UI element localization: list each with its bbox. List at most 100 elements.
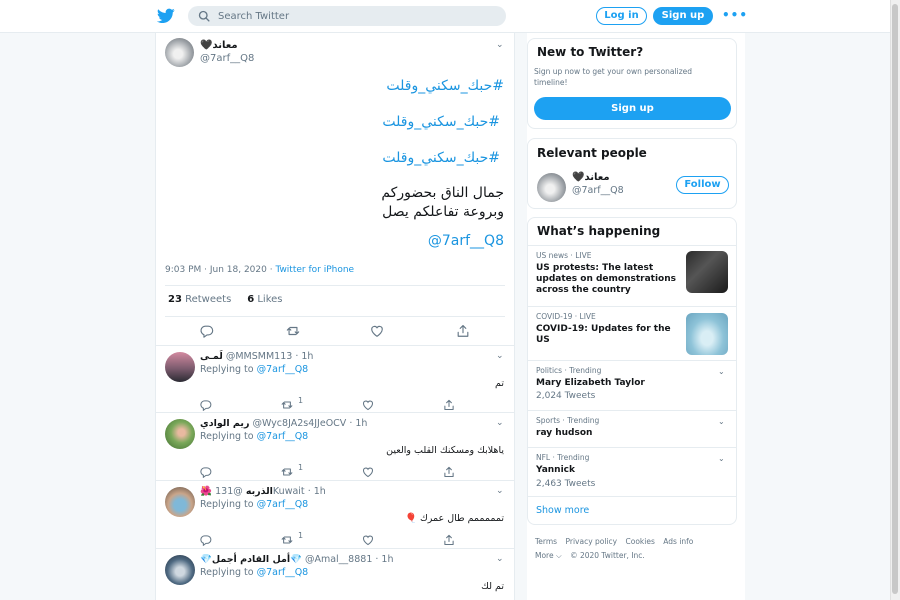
share-icon[interactable]: [443, 463, 455, 478]
hashtag-link[interactable]: #حبك_سكني_وقلت: [204, 77, 504, 95]
replying-to-label: Replying to: [200, 499, 254, 510]
replying-to-link[interactable]: @7arf__Q8: [257, 364, 309, 375]
share-icon[interactable]: [443, 531, 455, 546]
mention-link[interactable]: @7arf__Q8: [204, 232, 504, 250]
trend-title: US protests: The latest updates on demon…: [536, 263, 677, 295]
replying-to-link[interactable]: @7arf__Q8: [257, 567, 309, 578]
avatar[interactable]: [537, 173, 566, 202]
reply-tweet[interactable]: 💎أمل القادم أجمل💎 @Amal__8881 · 1h ⌄ Rep…: [156, 548, 514, 600]
tweet-author-handle[interactable]: @7arf__Q8: [200, 53, 254, 64]
replying-to: Replying to @7arf__Q8: [200, 431, 308, 442]
chevron-down-icon[interactable]: ⌄: [496, 418, 504, 428]
show-more-row: Show more: [528, 496, 736, 525]
tweet-time[interactable]: 9:03 PM · Jun 18, 2020 ·: [165, 265, 275, 275]
trend-item[interactable]: NFL · Trending Yannick 2,463 Tweets ⌄: [528, 447, 736, 496]
more-options-icon[interactable]: •••: [722, 8, 748, 22]
avatar[interactable]: [165, 419, 195, 449]
chevron-down-icon[interactable]: ⌄: [496, 40, 504, 50]
avatar[interactable]: [165, 38, 194, 67]
trend-item[interactable]: COVID-19 · LIVE COVID-19: Updates for th…: [528, 306, 736, 360]
retweet-count: 1: [298, 531, 304, 540]
reply-author-handle[interactable]: @Wyc8JA2s4JJeOCV: [252, 418, 346, 429]
chevron-down-icon[interactable]: ⌄: [718, 367, 725, 376]
left-background: [0, 33, 155, 600]
card-subtitle: Sign up now to get your own personalized…: [534, 67, 693, 87]
trend-tweet-count: 2,463 Tweets: [536, 479, 596, 489]
like-count[interactable]: 6: [247, 294, 254, 305]
avatar[interactable]: [165, 352, 195, 382]
share-icon[interactable]: [443, 396, 455, 411]
retweet-icon[interactable]: [281, 531, 293, 544]
avatar[interactable]: [165, 555, 195, 585]
main-column: 🖤معاند @7arf__Q8 ⌄ #حبك_سكني_وقلت #حبك_س…: [155, 33, 515, 600]
search-input[interactable]: [218, 10, 478, 22]
reply-author-name[interactable]: لَمـى: [200, 351, 223, 362]
reply-tweet[interactable]: 🌺 الذربه @131Kuwait · 1h ⌄ Replying to @…: [156, 480, 514, 548]
reply-author-handle[interactable]: @MMSMM113: [226, 351, 292, 362]
reply-time[interactable]: · 1h: [349, 418, 367, 429]
reply-time[interactable]: · 1h: [308, 486, 326, 497]
tweet-stats: 23 Retweets 6 Likes: [168, 294, 283, 305]
retweet-icon[interactable]: [281, 396, 293, 409]
reply-icon[interactable]: [200, 396, 212, 412]
chevron-down-icon[interactable]: ⌄: [718, 417, 725, 426]
hashtag-link[interactable]: #حبك_سكني_وقلت: [204, 149, 500, 167]
footer-terms-link[interactable]: Terms: [535, 537, 557, 546]
tweet-source-link[interactable]: Twitter for iPhone: [275, 265, 354, 275]
twitter-logo-icon[interactable]: [157, 8, 175, 24]
reply-icon[interactable]: [200, 463, 212, 479]
reply-author-name[interactable]: 💎أمل القادم أجمل💎: [200, 554, 302, 565]
chevron-down-icon[interactable]: ⌄: [496, 351, 504, 361]
tweet-author-name[interactable]: 🖤معاند: [200, 40, 238, 51]
like-icon[interactable]: [362, 531, 374, 546]
replying-to-link[interactable]: @7arf__Q8: [257, 431, 309, 442]
person-name[interactable]: 🖤معاند: [572, 172, 610, 183]
reply-icon[interactable]: [200, 323, 214, 338]
share-icon[interactable]: [456, 323, 470, 337]
signup-top-button[interactable]: Sign up: [653, 7, 713, 25]
trend-item[interactable]: US news · LIVE US protests: The latest u…: [528, 245, 736, 306]
chevron-down-icon[interactable]: ⌄: [496, 486, 504, 496]
likes-label[interactable]: Likes: [257, 294, 282, 305]
reply-author-name[interactable]: ريم الوادي: [200, 418, 249, 429]
hashtag-link[interactable]: #حبك_سكني_وقلت: [204, 113, 500, 131]
search-icon: [198, 10, 210, 22]
footer-privacy-link[interactable]: Privacy policy: [565, 537, 617, 546]
trend-item[interactable]: Sports · Trending ray hudson ⌄: [528, 410, 736, 447]
follow-button[interactable]: Follow: [676, 176, 729, 194]
person-handle[interactable]: @7arf__Q8: [572, 185, 624, 196]
divider: [165, 285, 505, 286]
scrollbar-thumb[interactable]: [892, 4, 898, 594]
trend-item[interactable]: Politics · Trending Mary Elizabeth Taylo…: [528, 360, 736, 410]
search-box[interactable]: [188, 6, 506, 26]
signup-button[interactable]: Sign up: [534, 97, 731, 120]
like-icon[interactable]: [362, 396, 374, 411]
retweet-count[interactable]: 23: [168, 294, 182, 305]
reply-time[interactable]: · 1h: [295, 351, 313, 362]
trend-meta: Sports · Trending: [536, 416, 600, 425]
reply-header: 💎أمل القادم أجمل💎 @Amal__8881 · 1h: [200, 554, 394, 565]
footer-ads-link[interactable]: Ads info: [663, 537, 693, 546]
like-icon[interactable]: [362, 463, 374, 478]
like-icon[interactable]: [370, 323, 384, 337]
reply-tweet[interactable]: ريم الوادي @Wyc8JA2s4JJeOCV · 1h ⌄ Reply…: [156, 412, 514, 480]
reply-text: تم: [495, 378, 504, 389]
chevron-down-icon[interactable]: ⌄: [718, 454, 725, 463]
retweet-icon[interactable]: [281, 463, 293, 476]
trend-meta: Politics · Trending: [536, 366, 602, 375]
replying-to-link[interactable]: @7arf__Q8: [257, 499, 309, 510]
avatar[interactable]: [165, 487, 195, 517]
login-button[interactable]: Log in: [596, 7, 647, 25]
reply-tweet[interactable]: لَمـى @MMSMM113 · 1h ⌄ Replying to @7arf…: [156, 345, 514, 413]
reply-time[interactable]: · 1h: [375, 554, 393, 565]
footer-more-link[interactable]: More ⌵: [535, 551, 562, 560]
divider: [165, 316, 505, 317]
reply-icon[interactable]: [200, 531, 212, 547]
show-more-link[interactable]: Show more: [536, 505, 589, 516]
retweet-icon[interactable]: [286, 323, 300, 337]
reply-author-handle[interactable]: @Amal__8881: [305, 554, 372, 565]
chevron-down-icon[interactable]: ⌄: [496, 554, 504, 564]
footer-cookies-link[interactable]: Cookies: [626, 537, 655, 546]
retweets-label[interactable]: Retweets: [185, 294, 231, 305]
card-title: New to Twitter?: [537, 45, 644, 59]
